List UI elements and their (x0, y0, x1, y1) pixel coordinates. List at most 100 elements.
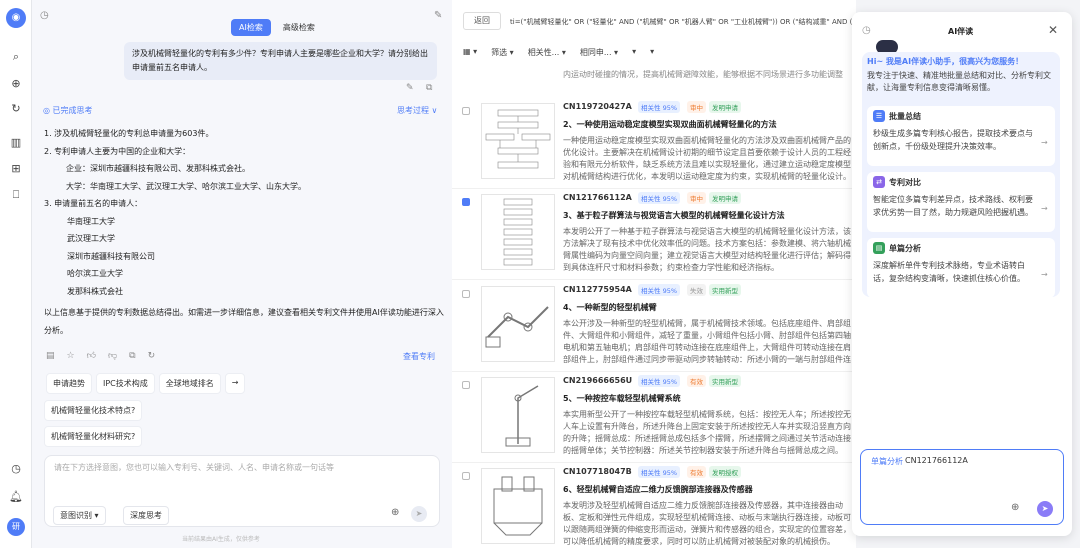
chip-more-arrow[interactable]: → (224, 373, 246, 394)
feature-card-compare[interactable]: ⇄ 专利对比 智能定位多篇专利差异点，技术路线、权利要求优劣势一目了然，助力规避… (867, 172, 1055, 232)
query-expression[interactable]: ti=("机械臂轻量化" OR ("轻量化" AND ("机械臂" OR "机器… (510, 13, 855, 31)
patent-title[interactable]: 6、轻型机械臂自适应二维力反馈腕部连接器及传感器 (563, 484, 753, 495)
result-item[interactable]: CN112775954A 相关性 95% 失效 实用新型 4、一种新型的轻型机械… (452, 284, 856, 372)
patent-drawing-thumbnail[interactable] (481, 286, 555, 362)
view-patents-link[interactable]: 查看专利 (403, 351, 435, 362)
grid-icon[interactable]: ⊞ (8, 161, 24, 177)
globe-icon[interactable]: ⊕ (8, 76, 24, 92)
back-button[interactable]: 返回 (463, 12, 501, 30)
patent-number[interactable]: CN119720427A (563, 102, 632, 111)
result-item[interactable]: CN219666656U 相关性 95% 有效 实用新型 5、一种按控车载轻型机… (452, 375, 856, 463)
select-checkbox[interactable] (462, 107, 470, 115)
pn-text: CN121766112A (563, 193, 632, 202)
input-value: CN121766112A (905, 456, 968, 465)
feature-card-single-analysis[interactable]: ▤ 单篇分析 深度解析单件专利技术脉络，专业术语转白话，复杂结构变清晰，快速抓住… (867, 238, 1055, 298)
type-badge: 发明授权 (709, 466, 741, 478)
settings-dropdown[interactable]: ▾ (632, 47, 636, 58)
patent-drawing-thumbnail[interactable] (481, 194, 555, 270)
select-checkbox[interactable] (462, 290, 470, 298)
patent-number[interactable]: CN107718047B (563, 467, 632, 476)
search-icon[interactable]: ⌕ (8, 49, 24, 65)
edit-icon[interactable]: ✎ (406, 83, 414, 93)
patent-drawing-thumbnail[interactable] (481, 103, 555, 179)
plus-icon[interactable]: ⊕ (391, 507, 399, 518)
star-icon[interactable]: ☆ (67, 351, 75, 361)
ai-reader-panel: ◷ AI伴读 ✕ Hi~ 我是AI伴读小助手，很高兴为您服务！ 我专注于快速、精… (852, 12, 1072, 536)
status-badge: 有效 (687, 466, 706, 478)
patent-drawing-thumbnail[interactable] (481, 468, 555, 544)
history-icon[interactable]: ◷ (8, 461, 24, 477)
select-checkbox[interactable] (462, 472, 470, 480)
close-icon[interactable]: ✕ (1048, 23, 1058, 37)
thinking-done-icon: ◎ (43, 106, 53, 115)
patent-title[interactable]: 3、基于粒子群算法与视觉语言大模型的机械臂轻量化设计方法 (563, 210, 785, 221)
thumbs-down-icon[interactable]: 👎︎ (108, 351, 117, 361)
history-icon[interactable]: ◷ (862, 25, 871, 36)
ai-input-box[interactable]: 单篇分析 CN121766112A ⊕ ➤ (860, 449, 1064, 525)
doc-icon[interactable]: ▤ (46, 351, 55, 361)
compare-icon: ⇄ (873, 176, 885, 188)
refresh-icon[interactable]: ↻ (8, 101, 24, 117)
status-badge: 审中 (687, 101, 706, 113)
patent-title[interactable]: 5、一种按控车载轻型机械臂系统 (563, 393, 681, 404)
chat-input[interactable]: 请在下方选择意图，您也可以输入专利号、关键词、人名、申请名称或一句话等 意图识别… (44, 455, 440, 527)
relevance-badge: 相关性 95% (638, 101, 681, 113)
refresh-icon[interactable]: ↻ (148, 351, 156, 361)
patent-abstract: 一种使用运动稳定度模型实现双曲面机械臂轻量化的方法涉及双曲面机械臂产品的优化设计… (563, 136, 851, 181)
suggestion-2[interactable]: 机械臂轻量化材料研究? (44, 426, 143, 447)
result-item[interactable]: CN119720427A 相关性 95% 审中 发明申请 2、一种使用运动稳定度… (452, 101, 856, 189)
intro-desc: 我专注于快速、精准地批量总结和对比、分析专利文献，让海量专利信息变得清晰易懂。 (867, 71, 1051, 92)
select-checkbox[interactable] (462, 198, 470, 206)
user-avatar[interactable]: 研 (7, 518, 25, 536)
patent-title[interactable]: 4、一种新型的轻型机械臂 (563, 302, 657, 313)
patent-number[interactable]: CN112775954A (563, 285, 632, 294)
status-badge: 有效 (687, 375, 706, 387)
same-applicant-dropdown[interactable]: 相同申... ▾ (580, 47, 618, 58)
filter-button[interactable]: 筛选 ▾ (491, 47, 514, 58)
chip-global-region[interactable]: 全球地域排名 (158, 373, 221, 394)
tab-ai-search[interactable]: AI检索 (231, 19, 271, 36)
result-item[interactable]: CN107718047B 相关性 95% 有效 发明授权 6、轻型机械臂自适应二… (452, 466, 856, 548)
select-checkbox[interactable] (462, 381, 470, 389)
thumbs-up-icon[interactable]: 👍︎ (87, 351, 96, 361)
edit-icon[interactable]: ✎ (434, 10, 442, 21)
panel-title: AI伴读 (948, 27, 974, 36)
patent-abstract: 本发明涉及轻型机械臂自适应二维力反馈腕部连接器及传感器，其中连接器由动板、定板和… (563, 501, 851, 546)
copy-icon[interactable]: ⧉ (426, 83, 432, 93)
patent-drawing-thumbnail[interactable] (481, 377, 555, 453)
thinking-process-toggle[interactable]: 思考过程 ∨ (397, 105, 437, 116)
answer-line: 3. 申请量前五名的申请人： (44, 199, 143, 208)
app-logo[interactable]: ◉ (6, 8, 26, 28)
patent-number[interactable]: CN121766112A (563, 193, 632, 202)
bell-icon[interactable]: 🔔︎ (8, 489, 24, 505)
result-item[interactable]: CN121766112A 相关性 95% 审中 发明申请 3、基于粒子群算法与视… (452, 192, 856, 280)
patent-title[interactable]: 2、一种使用运动稳定度模型实现双曲面机械臂轻量化的方法 (563, 119, 777, 130)
card-title: 批量总结 (889, 112, 921, 121)
intent-recognition-button[interactable]: 意图识别 ▾ (53, 506, 106, 525)
plus-icon[interactable]: ⊕ (1011, 502, 1019, 513)
send-icon[interactable]: ➤ (1037, 501, 1053, 517)
applicant-item: 哈尔滨工业大学 (67, 269, 123, 278)
arrow-right-icon[interactable]: → (1041, 138, 1048, 147)
thinking-status[interactable]: ◎ 已完成思考 (43, 105, 93, 116)
sort-relevance-dropdown[interactable]: 相关性... ▾ (528, 47, 566, 58)
export-dropdown[interactable]: ▾ (650, 47, 654, 58)
mode-label: 单篇分析 (871, 457, 903, 466)
document-icon[interactable]: ▥ (8, 135, 24, 151)
suggestion-1[interactable]: 机械臂轻量化技术特点? (44, 400, 143, 421)
feature-card-batch-summary[interactable]: ☰ 批量总结 秒级生成多篇专利核心报告，提取技术要点与创新点，千份级处理提升决策… (867, 106, 1055, 166)
copy-icon[interactable]: ⧉ (129, 351, 135, 361)
tab-advanced-search[interactable]: 高级检索 (275, 19, 323, 36)
arrow-right-icon[interactable]: → (1041, 204, 1048, 213)
deep-think-button[interactable]: 深度思考 (123, 506, 169, 525)
send-icon[interactable]: ➤ (411, 506, 427, 522)
view-toggle-icon[interactable]: ▦ ▾ (463, 47, 477, 58)
history-icon[interactable]: ◷ (40, 10, 49, 21)
patent-abstract: 本实用新型公开了一种按控车载轻型机械臂系统，包括：按控无人车；所述按控无人车上设… (563, 410, 851, 455)
bookmark-icon[interactable]: ⎕ (8, 187, 24, 203)
arrow-right-icon[interactable]: → (1041, 270, 1048, 279)
footnote: 当前结果由AI生成，仅供参考 (182, 536, 260, 543)
chip-ipc[interactable]: IPC技术构成 (96, 373, 155, 394)
chip-apply-trend[interactable]: 申请趋势 (46, 373, 92, 394)
patent-number[interactable]: CN219666656U (563, 376, 632, 385)
